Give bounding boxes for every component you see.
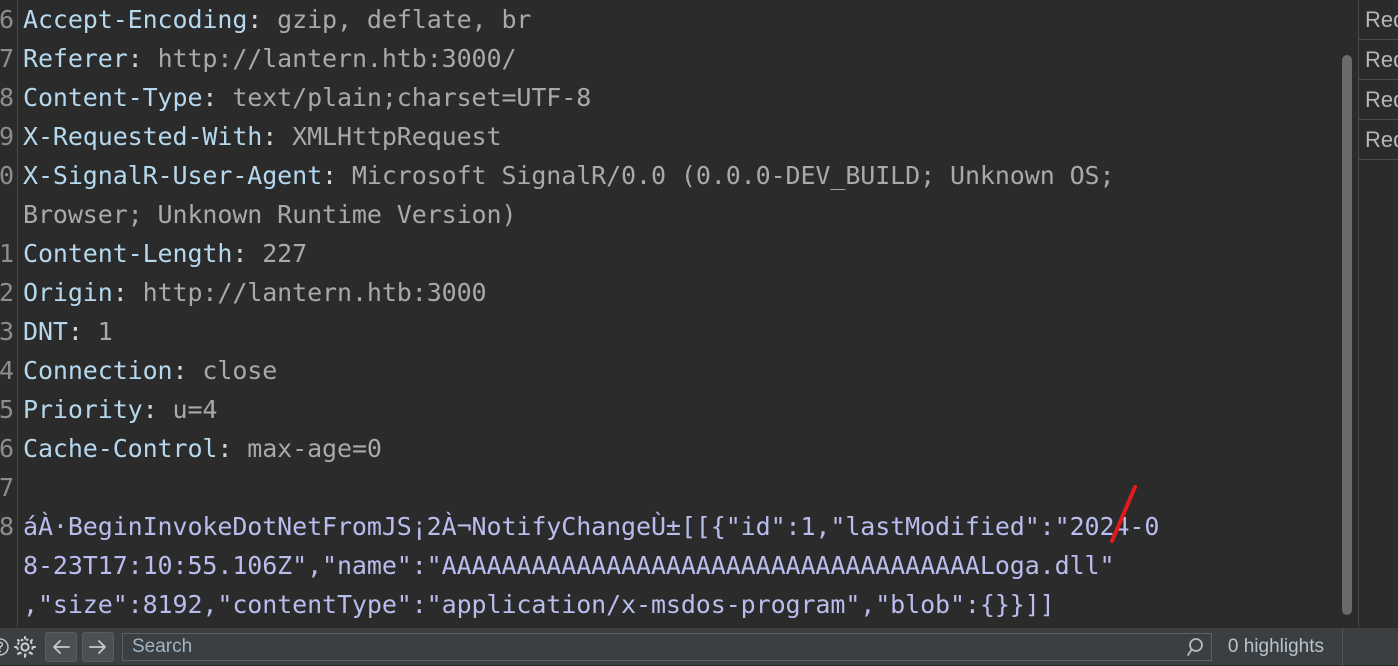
code-line[interactable]: Content-Type: text/plain;charset=UTF-8 bbox=[23, 78, 1336, 117]
header-name: DNT bbox=[23, 317, 68, 346]
header-colon: : bbox=[202, 83, 218, 112]
header-colon: : bbox=[142, 395, 158, 424]
header-value: 1 bbox=[82, 317, 113, 346]
header-value-continuation: Browser; Unknown Runtime Version) bbox=[23, 200, 517, 229]
line-number: 2 bbox=[0, 278, 14, 307]
magnifier-icon bbox=[1186, 637, 1203, 656]
bottom-toolbar: 0 highlights bbox=[0, 627, 1398, 666]
code-line[interactable]: X-Requested-With: XMLHttpRequest bbox=[23, 117, 1336, 156]
line-number: 1 bbox=[0, 239, 14, 268]
editor-region: 6 7 8 9 0 1 2 3 4 5 6 7 8 Accept-Encoding: gzip, de… bbox=[0, 0, 1398, 627]
gear-icon bbox=[14, 635, 36, 658]
line-number: 6 bbox=[0, 5, 14, 34]
header-value: 227 bbox=[247, 239, 308, 268]
header-colon: : bbox=[67, 317, 83, 346]
search-next-button[interactable] bbox=[82, 631, 114, 662]
request-list-item[interactable]: Requ bbox=[1359, 120, 1398, 160]
header-value: http://lantern.htb:3000 bbox=[127, 278, 487, 307]
line-number: 0 bbox=[0, 161, 14, 190]
code-line[interactable]: áÀ·BeginInvokeDotNetFromJS¡2À¬NotifyChan… bbox=[23, 507, 1336, 546]
line-number-gutter: 6 7 8 9 0 1 2 3 4 5 6 7 8 bbox=[0, 0, 18, 627]
arrow-right-icon bbox=[89, 639, 106, 654]
burp-request-editor-window: 6 7 8 9 0 1 2 3 4 5 6 7 8 Accept-Encoding: gzip, de… bbox=[0, 0, 1398, 666]
code-line[interactable]: ,"size":8192,"contentType":"application/… bbox=[23, 585, 1336, 624]
line-number: 4 bbox=[0, 356, 14, 385]
header-value: gzip, deflate, br bbox=[262, 5, 532, 34]
header-value: http://lantern.htb:3000/ bbox=[142, 44, 517, 73]
line-number: 8 bbox=[0, 512, 14, 541]
request-list-item[interactable]: Requ bbox=[1359, 80, 1398, 120]
help-button[interactable] bbox=[0, 632, 10, 662]
header-colon: : bbox=[172, 356, 188, 385]
code-line[interactable]: Referer: http://lantern.htb:3000/ bbox=[23, 39, 1336, 78]
search-previous-button[interactable] bbox=[45, 631, 77, 662]
request-list-item[interactable]: Requ bbox=[1359, 40, 1398, 80]
request-list-side-panel[interactable]: RequRequRequRequ bbox=[1358, 0, 1398, 627]
question-mark-circle-icon bbox=[0, 637, 9, 656]
code-line[interactable]: Priority: u=4 bbox=[23, 390, 1336, 429]
code-line[interactable]: Origin: http://lantern.htb:3000 bbox=[23, 273, 1336, 312]
code-line[interactable]: DNT: 1 bbox=[23, 312, 1336, 351]
header-value: XMLHttpRequest bbox=[277, 122, 502, 151]
header-name: Priority bbox=[23, 395, 143, 424]
header-colon: : bbox=[262, 122, 278, 151]
code-line[interactable]: Cache-Control: max-age=0 bbox=[23, 429, 1336, 468]
settings-button[interactable] bbox=[10, 632, 40, 662]
header-value: close bbox=[187, 356, 278, 385]
editor-vertical-scrollbar[interactable] bbox=[1336, 0, 1358, 627]
header-value: u=4 bbox=[157, 395, 218, 424]
header-value: text/plain;charset=UTF-8 bbox=[217, 83, 592, 112]
header-name: Origin bbox=[23, 278, 113, 307]
header-name: Cache-Control bbox=[23, 434, 218, 463]
arrow-left-icon bbox=[53, 639, 70, 654]
header-name: X-SignalR-User-Agent bbox=[23, 161, 323, 190]
line-number bbox=[0, 585, 14, 624]
highlight-count-label: 0 highlights bbox=[1227, 635, 1324, 657]
search-submit-button[interactable] bbox=[1183, 636, 1211, 658]
blank-line[interactable] bbox=[23, 468, 1336, 507]
code-line[interactable]: X-SignalR-User-Agent: Microsoft SignalR/… bbox=[23, 156, 1336, 195]
header-name: X-Requested-With bbox=[23, 122, 263, 151]
line-number: 8 bbox=[0, 83, 14, 112]
header-colon: : bbox=[217, 434, 233, 463]
header-name: Connection bbox=[23, 356, 173, 385]
line-number: 9 bbox=[0, 122, 14, 151]
header-name: Accept-Encoding bbox=[23, 5, 248, 34]
code-line[interactable]: Connection: close bbox=[23, 351, 1336, 390]
line-number bbox=[0, 546, 14, 585]
request-code-area[interactable]: Accept-Encoding: gzip, deflate, br Refere… bbox=[18, 0, 1336, 627]
line-number: 3 bbox=[0, 317, 14, 346]
search-input[interactable] bbox=[123, 634, 1183, 659]
header-colon: : bbox=[232, 239, 248, 268]
header-colon: : bbox=[322, 161, 337, 190]
request-body-text: ,"size":8192,"contentType":"application/… bbox=[23, 590, 1055, 619]
code-line[interactable]: Browser; Unknown Runtime Version) bbox=[23, 195, 1336, 234]
header-name: Content-Length bbox=[23, 239, 233, 268]
code-line[interactable]: 8-23T17:10:55.106Z","name":"AAAAAAAAAAAA… bbox=[23, 546, 1336, 585]
request-list-item[interactable]: Requ bbox=[1359, 0, 1398, 40]
code-line[interactable]: Accept-Encoding: gzip, deflate, br bbox=[23, 0, 1336, 39]
request-body-text: 8-23T17:10:55.106Z","name":"AAAAAAAAAAAA… bbox=[23, 551, 1115, 580]
request-body-text: áÀ·BeginInvokeDotNetFromJS¡2À¬NotifyChan… bbox=[23, 512, 1160, 541]
line-number-list: 6 7 8 9 0 1 2 3 4 5 6 7 8 bbox=[0, 0, 17, 624]
line-number: 7 bbox=[0, 44, 14, 73]
header-name: Referer bbox=[23, 44, 128, 73]
search-field-wrapper[interactable] bbox=[122, 632, 1212, 661]
scrollbar-thumb[interactable] bbox=[1342, 55, 1352, 615]
line-number: 6 bbox=[0, 434, 14, 463]
line-number: 7 bbox=[0, 473, 14, 502]
request-editor-pane[interactable]: 6 7 8 9 0 1 2 3 4 5 6 7 8 Accept-Encoding: gzip, de… bbox=[0, 0, 1336, 627]
header-colon: : bbox=[127, 44, 143, 73]
code-line[interactable]: Content-Length: 227 bbox=[23, 234, 1336, 273]
header-colon: : bbox=[112, 278, 128, 307]
header-value: Microsoft SignalR/0.0 (0.0.0-DEV_BUILD; … bbox=[336, 161, 1115, 190]
line-number bbox=[0, 195, 14, 234]
header-value: max-age=0 bbox=[232, 434, 382, 463]
header-colon: : bbox=[247, 5, 263, 34]
toolbar-trailing-space bbox=[1343, 628, 1398, 666]
header-name: Content-Type bbox=[23, 83, 203, 112]
line-number: 5 bbox=[0, 395, 14, 424]
